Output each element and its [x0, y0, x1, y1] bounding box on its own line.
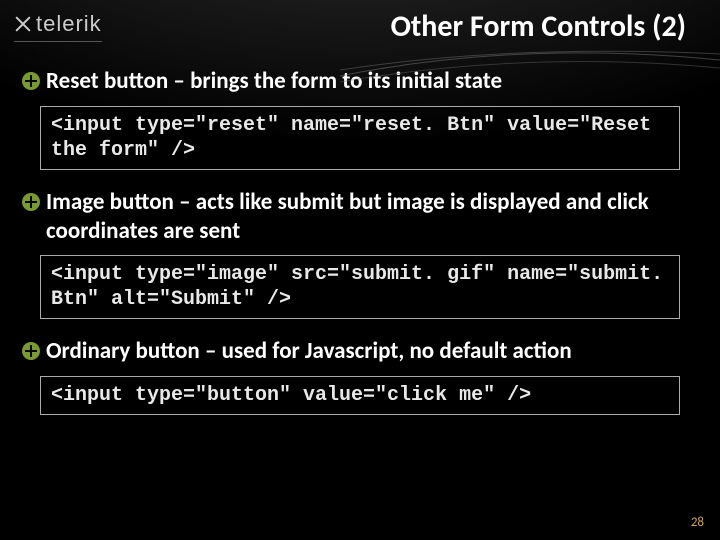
brand-name: telerik — [36, 11, 102, 37]
bullet-lead: Reset — [46, 67, 99, 95]
code-snippet: <input type="image" src="submit. gif" na… — [40, 255, 680, 319]
bullet-rest: button – used for Javascript, no default… — [130, 337, 571, 365]
decorative-swoosh — [340, 46, 720, 86]
brand-logo: telerik — [14, 11, 102, 42]
code-snippet: <input type="button" value="click me" /> — [40, 376, 680, 415]
slide-content: Reset button – brings the form to its in… — [0, 49, 720, 415]
page-number: 28 — [691, 515, 704, 530]
bullet-rest: button – acts like submit but image is d… — [46, 188, 649, 245]
burst-icon — [22, 72, 40, 90]
bullet-text: Ordinary button – used for Javascript, n… — [46, 337, 698, 366]
bullet-text: Image button – acts like submit but imag… — [46, 188, 698, 246]
bullet-lead: Image — [46, 188, 104, 216]
slide-header: telerik Other Form Controls (2) — [0, 0, 720, 49]
bullet-item: Image button – acts like submit but imag… — [22, 188, 698, 246]
telerik-icon — [14, 15, 32, 33]
bullet-lead: Ordinary — [46, 337, 130, 365]
code-snippet: <input type="reset" name="reset. Btn" va… — [40, 106, 680, 170]
slide-title: Other Form Controls (2) — [102, 8, 706, 45]
burst-icon — [22, 342, 40, 360]
bullet-item: Ordinary button – used for Javascript, n… — [22, 337, 698, 366]
burst-icon — [22, 193, 40, 211]
